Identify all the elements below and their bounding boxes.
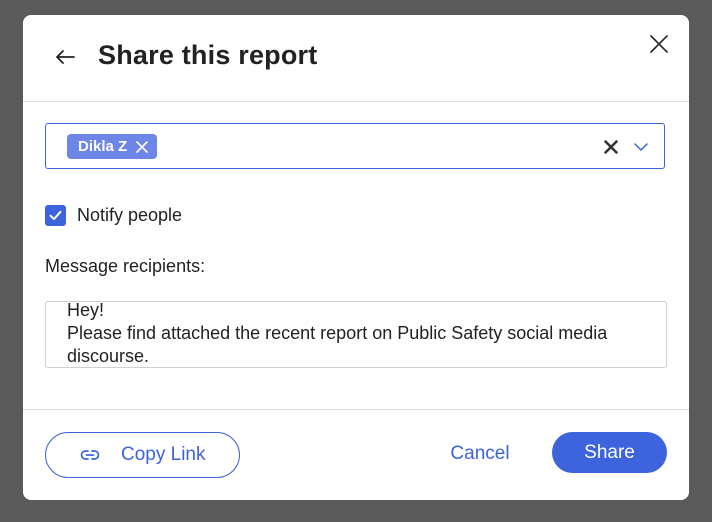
chevron-down-icon[interactable]: [633, 139, 649, 155]
notify-people-row: Notify people: [45, 205, 182, 226]
notify-people-label: Notify people: [77, 205, 183, 225]
recipient-select[interactable]: Dikla Z: [45, 123, 665, 169]
dialog-header: Share this report: [23, 15, 689, 102]
notify-people-checkbox[interactable]: [45, 205, 66, 226]
copy-link-label: Copy Link: [121, 444, 206, 465]
cancel-button[interactable]: Cancel: [435, 439, 525, 469]
message-label: Message recipients:: [45, 256, 206, 276]
footer-divider: [23, 409, 689, 410]
copy-link-button[interactable]: Copy Link: [45, 432, 240, 478]
dialog-title: Share this report: [98, 40, 318, 70]
recipient-chip: Dikla Z: [67, 134, 158, 159]
message-text: Hey! Please find attached the recent rep…: [67, 301, 608, 366]
link-icon: [80, 450, 100, 460]
close-icon[interactable]: [647, 32, 671, 56]
share-dialog: Share this report Dikla Z Notify people …: [23, 15, 689, 500]
recipient-chip-label: Dikla Z: [78, 138, 128, 155]
chip-remove-icon[interactable]: [136, 140, 148, 153]
share-button[interactable]: Share: [552, 432, 667, 473]
arrow-left-icon[interactable]: [53, 45, 77, 69]
message-textarea[interactable]: Hey! Please find attached the recent rep…: [45, 301, 667, 368]
check-icon: [49, 210, 62, 220]
clear-x-icon[interactable]: [603, 139, 619, 155]
